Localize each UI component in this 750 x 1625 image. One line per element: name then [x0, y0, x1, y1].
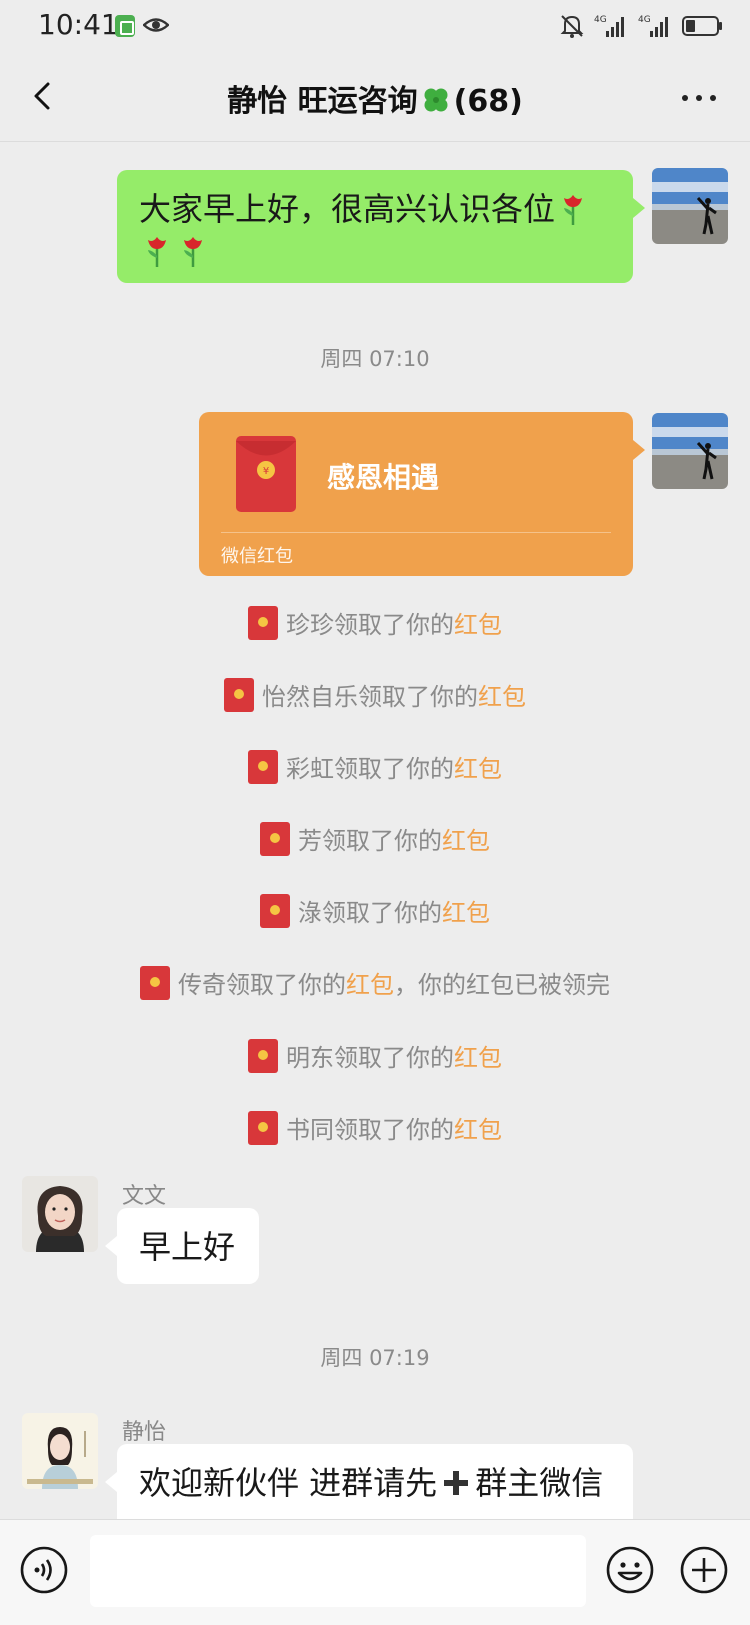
- sender-name: 文文: [122, 1184, 167, 1209]
- red-packet-claim-notice: 淥领取了你的红包: [0, 894, 750, 932]
- red-envelope-icon: [260, 894, 290, 928]
- signal-icon: 4G: [594, 15, 624, 37]
- more-dot-icon: [682, 95, 688, 101]
- red-envelope-icon: [260, 822, 290, 856]
- message-text: 早上好: [139, 1228, 236, 1266]
- red-packet-link[interactable]: 红包: [478, 683, 526, 711]
- red-envelope-icon: [140, 966, 170, 1000]
- red-packet-divider: [221, 532, 611, 533]
- more-options-button[interactable]: [682, 88, 722, 108]
- red-packet-link[interactable]: 红包: [442, 899, 490, 927]
- member-count: (68): [453, 84, 523, 119]
- four-leaf-clover-icon: [424, 88, 448, 112]
- self-avatar[interactable]: [652, 168, 728, 244]
- red-envelope-icon: [224, 678, 254, 712]
- battery-icon: [682, 16, 722, 36]
- more-dot-icon: [710, 95, 716, 101]
- red-packet-claim-notice: 传奇领取了你的红包，你的红包已被领完: [0, 966, 750, 1004]
- eye-icon: [143, 18, 169, 32]
- red-packet-claim-notice: 明东领取了你的红包: [0, 1039, 750, 1077]
- plus-sign-icon: [444, 1471, 469, 1495]
- svg-text:4G: 4G: [638, 15, 651, 25]
- red-envelope-icon: [248, 1111, 278, 1145]
- chat-header: 静怡 旺运咨询 (68): [0, 52, 750, 142]
- svg-text:4G: 4G: [594, 15, 607, 25]
- red-packet-message[interactable]: ¥ 感恩相遇 微信红包: [199, 412, 645, 576]
- sender-name: 静怡: [122, 1420, 167, 1445]
- message-text: 欢迎新伙伴 进群请先: [139, 1464, 438, 1502]
- status-time: 10:41: [38, 8, 119, 41]
- red-packet-claim-notice: 书同领取了你的红包: [0, 1111, 750, 1149]
- timestamp: 周四 07:10: [320, 347, 430, 371]
- more-functions-plus-icon[interactable]: [679, 1545, 729, 1595]
- mute-bell-icon: [560, 15, 584, 38]
- message-bubble-other[interactable]: 早上好: [105, 1208, 259, 1284]
- sim-icon: [115, 15, 135, 37]
- red-envelope-icon: ¥: [236, 436, 296, 512]
- red-envelope-icon: [248, 606, 278, 640]
- red-packet-claim-notice: 怡然自乐领取了你的红包: [0, 678, 750, 716]
- red-packet-claim-notice: 珍珍领取了你的红包: [0, 606, 750, 644]
- status-bar: 10:41 4G 4G: [0, 0, 750, 52]
- voice-input-icon[interactable]: [19, 1545, 69, 1595]
- rose-icon: [184, 237, 202, 267]
- red-packet-link[interactable]: 红包: [442, 827, 490, 855]
- red-packet-title: 感恩相遇: [327, 461, 440, 494]
- message-bubble-self[interactable]: 大家早上好，很高兴认识各位: [117, 170, 645, 283]
- red-packet-claim-notice: 彩虹领取了你的红包: [0, 750, 750, 788]
- red-envelope-icon: [248, 1039, 278, 1073]
- message-text: 大家早上好，很高兴认识各位: [139, 190, 556, 228]
- red-envelope-icon: [248, 750, 278, 784]
- red-packet-link[interactable]: 红包: [346, 971, 394, 999]
- message-text: 群主微信: [475, 1464, 604, 1502]
- message-input[interactable]: [90, 1535, 586, 1607]
- chat-input-bar: [0, 1519, 750, 1625]
- jingyi-avatar[interactable]: [22, 1413, 98, 1489]
- red-packet-label: 微信红包: [221, 546, 293, 567]
- red-packet-link[interactable]: 红包: [454, 611, 502, 639]
- chat-title: 静怡 旺运咨询 (68): [0, 76, 750, 120]
- svg-text:¥: ¥: [263, 466, 269, 477]
- timestamp: 周四 07:19: [320, 1346, 430, 1370]
- red-packet-claim-notice: 芳领取了你的红包: [0, 822, 750, 860]
- more-dot-icon: [696, 95, 702, 101]
- rose-icon: [564, 195, 583, 225]
- chat-title-text: 静怡 旺运咨询: [227, 84, 418, 119]
- self-avatar[interactable]: [652, 413, 728, 489]
- red-packet-link[interactable]: 红包: [454, 755, 502, 783]
- emoji-icon[interactable]: [605, 1545, 655, 1595]
- wenwen-avatar[interactable]: [22, 1176, 98, 1252]
- rose-icon: [148, 237, 166, 267]
- red-packet-link[interactable]: 红包: [454, 1044, 502, 1072]
- red-packet-link[interactable]: 红包: [454, 1116, 502, 1144]
- signal-icon-2: 4G: [638, 15, 668, 37]
